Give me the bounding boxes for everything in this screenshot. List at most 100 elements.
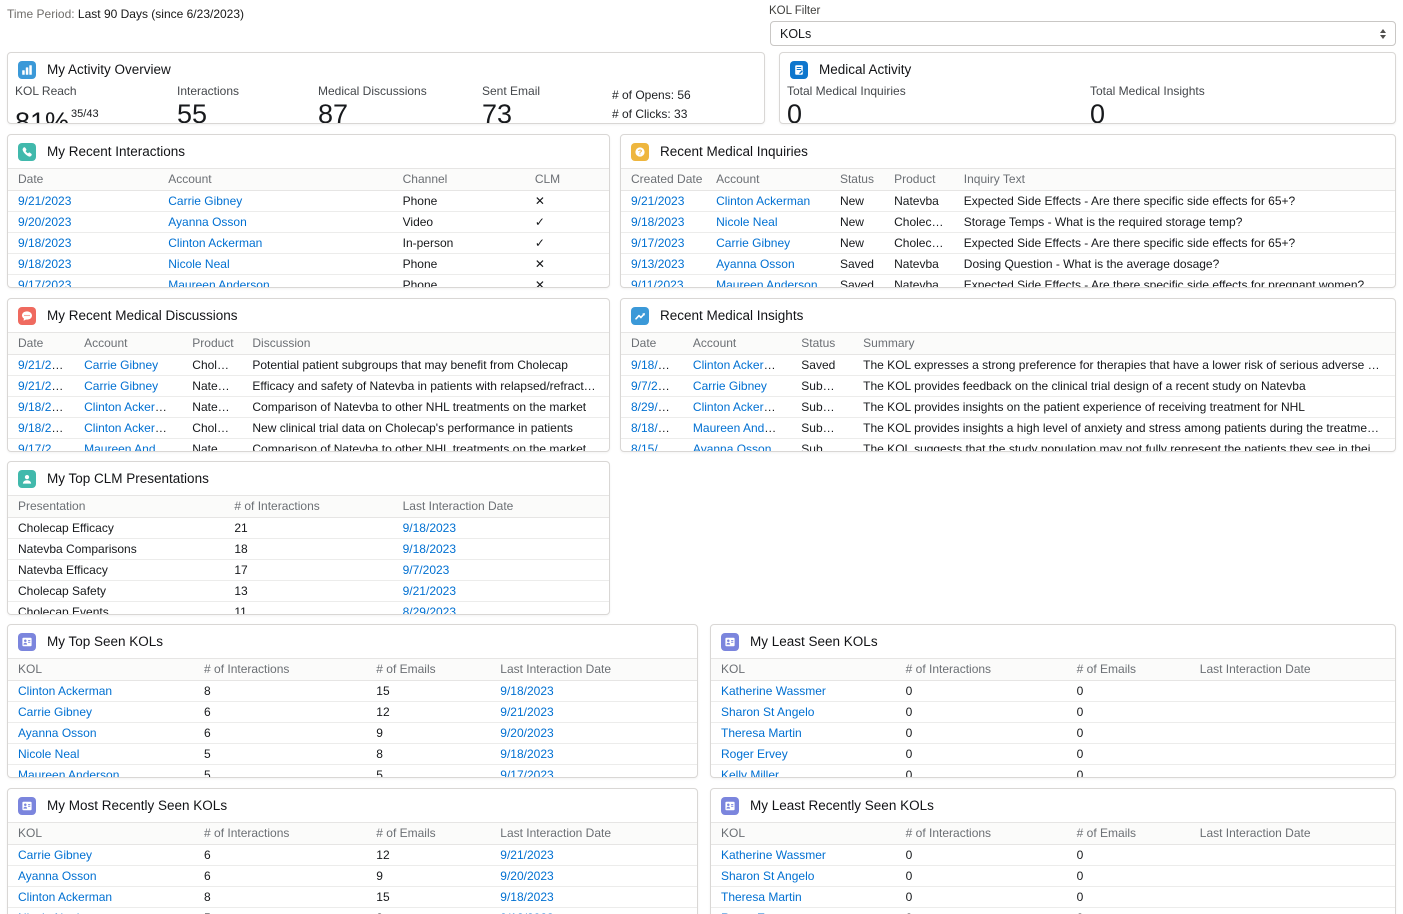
cell-link[interactable]: 9/11/2023: [631, 278, 684, 288]
table-row: 9/13/2023Ayanna OssonSavedNatevbaDosing …: [621, 254, 1395, 275]
cell-link[interactable]: 8/18/2023: [631, 421, 683, 435]
cell-text: Natevba: [192, 442, 237, 452]
cell-link[interactable]: 9/21/2023: [403, 584, 456, 598]
cell-link[interactable]: Ayanna Osson: [18, 869, 97, 883]
cell-text: Expected Side Effects - Are there specif…: [964, 236, 1295, 250]
column-header-kol: KOL: [8, 659, 194, 681]
cell-link[interactable]: 9/7/2023: [403, 563, 450, 577]
cell-link[interactable]: 9/18/2023: [500, 684, 553, 698]
cell-link[interactable]: 9/17/2023: [18, 442, 71, 452]
table-row: 8/15/2023Ayanna OssonSubmittedThe KOL su…: [621, 439, 1395, 453]
cell-link[interactable]: 9/18/2023: [631, 215, 684, 229]
card-title: Recent Medical Inquiries: [660, 144, 808, 159]
cell-text: 6: [204, 705, 211, 719]
cell-link[interactable]: 8/29/2023: [631, 400, 683, 414]
card-title: Medical Activity: [819, 62, 911, 77]
most-recently-seen-kols-table: KOL# of Interactions# of EmailsLast Inte…: [8, 822, 697, 914]
chart-icon: [18, 61, 36, 79]
card-my-top-clm-presentations: My Top CLM Presentations Presentation# o…: [7, 461, 610, 615]
cell-link[interactable]: 9/17/2023: [631, 236, 684, 250]
recent-medical-discussions-table: DateAccountProductDiscussion9/21/2023Car…: [8, 332, 609, 452]
card-my-least-recently-seen-kols: My Least Recently Seen KOLs KOL# of Inte…: [710, 788, 1396, 914]
cell-link[interactable]: Clinton Ackerman: [716, 194, 810, 208]
cell-link[interactable]: Clinton Ackerman: [168, 236, 262, 250]
card-header: My Top CLM Presentations: [8, 462, 609, 495]
cell-link[interactable]: 9/21/2023: [500, 705, 553, 719]
cell-link[interactable]: Ayanna Osson: [716, 257, 795, 271]
cell-link[interactable]: 9/20/2023: [500, 726, 553, 740]
cell-link[interactable]: Clinton Ackerman: [18, 890, 112, 904]
column-header-channel: Channel: [393, 169, 525, 191]
cell-link[interactable]: 9/18/2023: [18, 236, 71, 250]
cell-link[interactable]: Carrie Gibney: [18, 705, 92, 719]
cell-link[interactable]: Roger Ervey: [721, 747, 788, 761]
metric-total-medical-inquiries: Total Medical Inquiries 0: [787, 84, 906, 124]
cell-link[interactable]: 9/18/2023: [631, 358, 683, 372]
cell-link[interactable]: 9/17/2023: [500, 768, 553, 778]
cell-text: 12: [376, 848, 389, 862]
cell-link[interactable]: Sharon St Angelo: [721, 705, 814, 719]
cell-link[interactable]: Clinton Ackerman: [693, 358, 787, 372]
cell-link[interactable]: 9/21/2023: [18, 379, 71, 393]
cell-link[interactable]: 9/21/2023: [500, 848, 553, 862]
cell-link[interactable]: Clinton Ackerman: [84, 400, 178, 414]
cell-link[interactable]: Clinton Ackerman: [693, 400, 787, 414]
cell-link[interactable]: Maureen Anderson: [168, 278, 269, 288]
cell-link[interactable]: Carrie Gibney: [716, 236, 790, 250]
cell-link[interactable]: 9/18/2023: [18, 400, 71, 414]
cell-link[interactable]: Maureen Anderson: [693, 421, 791, 435]
cell-link[interactable]: Ayanna Osson: [693, 442, 772, 452]
cell-link[interactable]: Carrie Gibney: [168, 194, 242, 208]
cell-link[interactable]: Carrie Gibney: [693, 379, 767, 393]
cell-link[interactable]: 9/21/2023: [18, 194, 71, 208]
cell-link[interactable]: 9/21/2023: [631, 194, 684, 208]
cell-link[interactable]: Theresa Martin: [721, 726, 802, 740]
cell-link[interactable]: 8/15/2023: [631, 442, 683, 452]
metric-value: 0: [1090, 99, 1205, 124]
cell-link[interactable]: 8/29/2023: [403, 605, 456, 615]
cell-link[interactable]: 9/18/2023: [403, 542, 456, 556]
cell-link[interactable]: Maureen Anderson: [716, 278, 817, 288]
cell-link[interactable]: Katherine Wassmer: [721, 848, 826, 862]
cell-text: The KOL suggests that the study populati…: [863, 442, 1395, 452]
column-header-of-interactions: # of Interactions: [194, 823, 366, 845]
cell-text: 0: [906, 726, 913, 740]
cell-link[interactable]: Nicole Neal: [18, 747, 79, 761]
cell-link[interactable]: 9/18/2023: [500, 747, 553, 761]
cell-link[interactable]: Sharon St Angelo: [721, 869, 814, 883]
cell-link[interactable]: 9/13/2023: [631, 257, 684, 271]
top-seen-kols-table: KOL# of Interactions# of EmailsLast Inte…: [8, 658, 697, 778]
cell-link[interactable]: 9/18/2023: [18, 257, 71, 271]
table-row: 9/21/2023Carrie GibneyCholecapPotential …: [8, 355, 609, 376]
cell-link[interactable]: 9/20/2023: [500, 869, 553, 883]
cell-link[interactable]: Clinton Ackerman: [84, 421, 178, 435]
cell-text: Phone: [403, 194, 438, 208]
cell-text: ✓: [535, 236, 545, 250]
cell-link[interactable]: Clinton Ackerman: [18, 684, 112, 698]
cell-link[interactable]: 9/18/2023: [18, 421, 71, 435]
cell-link[interactable]: Carrie Gibney: [84, 379, 158, 393]
card-title: My Least Seen KOLs: [750, 634, 878, 649]
cell-text: New: [840, 215, 864, 229]
cell-link[interactable]: Theresa Martin: [721, 890, 802, 904]
kol-filter-select[interactable]: KOLs: [770, 21, 1396, 46]
recent-medical-insights-table: DateAccountStatusSummary9/18/2023Clinton…: [621, 332, 1395, 452]
cell-link[interactable]: Maureen Anderson: [18, 768, 119, 778]
cell-link[interactable]: Nicole Neal: [168, 257, 229, 271]
cell-link[interactable]: Carrie Gibney: [18, 848, 92, 862]
cell-link[interactable]: Ayanna Osson: [18, 726, 97, 740]
column-header-of-interactions: # of Interactions: [896, 823, 1067, 845]
cell-link[interactable]: 9/7/2023: [631, 379, 678, 393]
cell-link[interactable]: Ayanna Osson: [168, 215, 247, 229]
cell-link[interactable]: 9/17/2023: [18, 278, 71, 288]
cell-link[interactable]: Kelly Miller: [721, 768, 779, 778]
cell-link[interactable]: Maureen Anderson: [84, 442, 182, 452]
cell-link[interactable]: 9/18/2023: [500, 890, 553, 904]
cell-text: 8: [204, 684, 211, 698]
cell-link[interactable]: 9/18/2023: [403, 521, 456, 535]
cell-link[interactable]: 9/20/2023: [18, 215, 71, 229]
cell-link[interactable]: Nicole Neal: [716, 215, 777, 229]
cell-link[interactable]: Katherine Wassmer: [721, 684, 826, 698]
cell-link[interactable]: 9/21/2023: [18, 358, 71, 372]
cell-link[interactable]: Carrie Gibney: [84, 358, 158, 372]
